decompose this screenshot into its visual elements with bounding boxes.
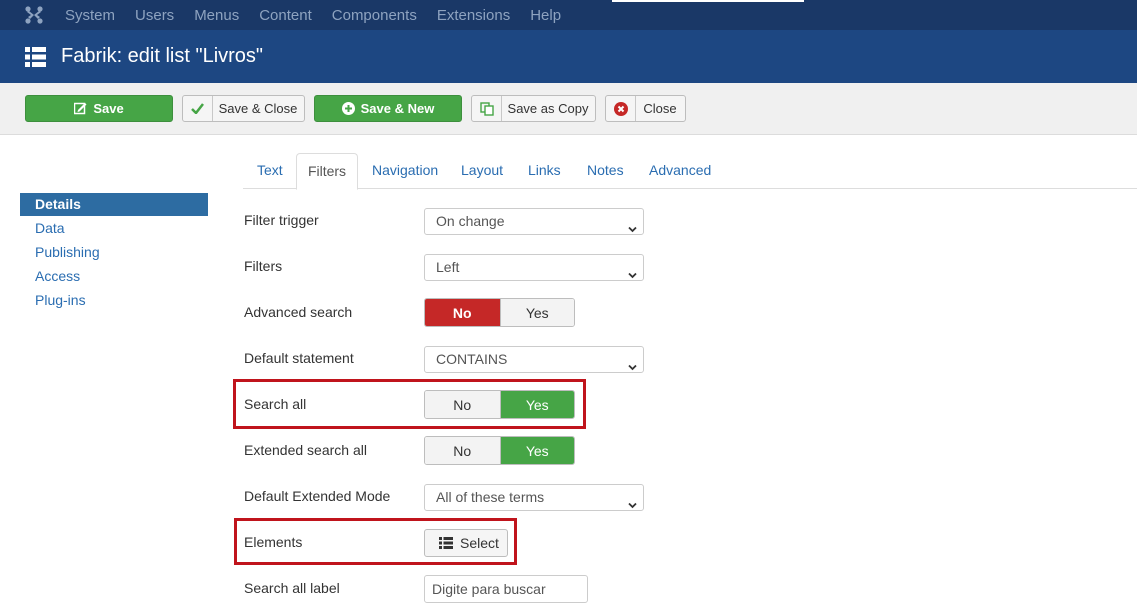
page-title: Fabrik: edit list "Livros" [61,45,264,67]
tab-navigation[interactable]: Navigation [372,153,438,189]
search-all-toggle: No Yes [424,390,575,419]
filters-select[interactable]: Left [424,254,644,281]
plus-circle-icon [341,102,355,115]
extended-search-all-toggle: No Yes [424,436,575,465]
tab-advanced[interactable]: Advanced [649,153,711,189]
extended-search-all-no[interactable]: No [425,437,500,464]
tab-bar: Text Filters Navigation Layout Links Not… [243,153,1137,190]
advanced-search-no[interactable]: No [425,299,500,326]
chevron-down-icon [628,493,637,509]
close-circle-icon [606,96,636,121]
sidebar-item-publishing[interactable]: Publishing [20,240,208,264]
advanced-search-toggle: No Yes [424,298,575,327]
close-button[interactable]: Close [605,95,686,122]
sidebar-item-access[interactable]: Access [20,264,208,288]
default-statement-select[interactable]: CONTAINS [424,346,644,373]
save-copy-button[interactable]: Save as Copy [471,95,596,122]
filters-label: Filters [244,258,283,274]
tab-filters[interactable]: Filters [296,153,358,190]
save-button[interactable]: Save [25,95,173,122]
extended-search-all-label: Extended search all [244,442,367,458]
search-all-yes[interactable]: Yes [499,391,574,418]
search-all-label-label: Search all label [244,580,340,596]
topbar-search-strip [612,0,804,2]
advanced-search-label: Advanced search [244,304,353,320]
menu-content[interactable]: Content [259,7,312,24]
sidebar-item-details[interactable]: Details [20,193,208,216]
save-close-button[interactable]: Save & Close [182,95,305,122]
save-new-button[interactable]: Save & New [314,95,462,122]
list-icon [439,537,453,549]
menu-components[interactable]: Components [332,7,417,24]
sidebar-item-data[interactable]: Data [20,216,208,240]
copy-icon [472,96,502,121]
search-all-label-input[interactable]: Digite para buscar [424,575,588,603]
tab-links[interactable]: Links [528,153,561,189]
check-icon [183,96,213,121]
edit-icon [74,102,87,115]
elements-label: Elements [244,534,303,550]
filter-trigger-select[interactable]: On change [424,208,644,235]
default-statement-label: Default statement [244,350,354,366]
advanced-search-yes[interactable]: Yes [499,299,574,326]
tab-text[interactable]: Text [257,153,283,189]
top-menubar: System Users Menus Content Components Ex… [0,0,1137,30]
joomla-logo-icon[interactable] [24,5,44,25]
search-all-label: Search all [244,396,307,412]
sidebar-item-plugins[interactable]: Plug-ins [20,288,208,312]
default-extended-mode-select[interactable]: All of these terms [424,484,644,511]
toolbar: Save Save & Close Save & New Save as Cop… [0,83,1137,135]
menu-menus[interactable]: Menus [194,7,239,24]
menu-help[interactable]: Help [530,7,561,24]
filter-trigger-label: Filter trigger [244,212,319,228]
page-header: Fabrik: edit list "Livros" [0,30,1137,83]
elements-select-button[interactable]: Select [424,529,508,557]
chevron-down-icon [628,355,637,371]
extended-search-all-yes[interactable]: Yes [499,437,574,464]
menu-users[interactable]: Users [135,7,174,24]
default-extended-mode-label: Default Extended Mode [244,488,391,504]
tab-notes[interactable]: Notes [587,153,624,189]
chevron-down-icon [628,263,637,279]
menu-system[interactable]: System [65,7,115,24]
search-all-no[interactable]: No [425,391,500,418]
chevron-down-icon [628,217,637,233]
tab-layout[interactable]: Layout [461,153,503,189]
list-icon [25,46,46,67]
menu-extensions[interactable]: Extensions [437,7,510,24]
sidebar-nav: Details Data Publishing Access Plug-ins [20,193,208,312]
